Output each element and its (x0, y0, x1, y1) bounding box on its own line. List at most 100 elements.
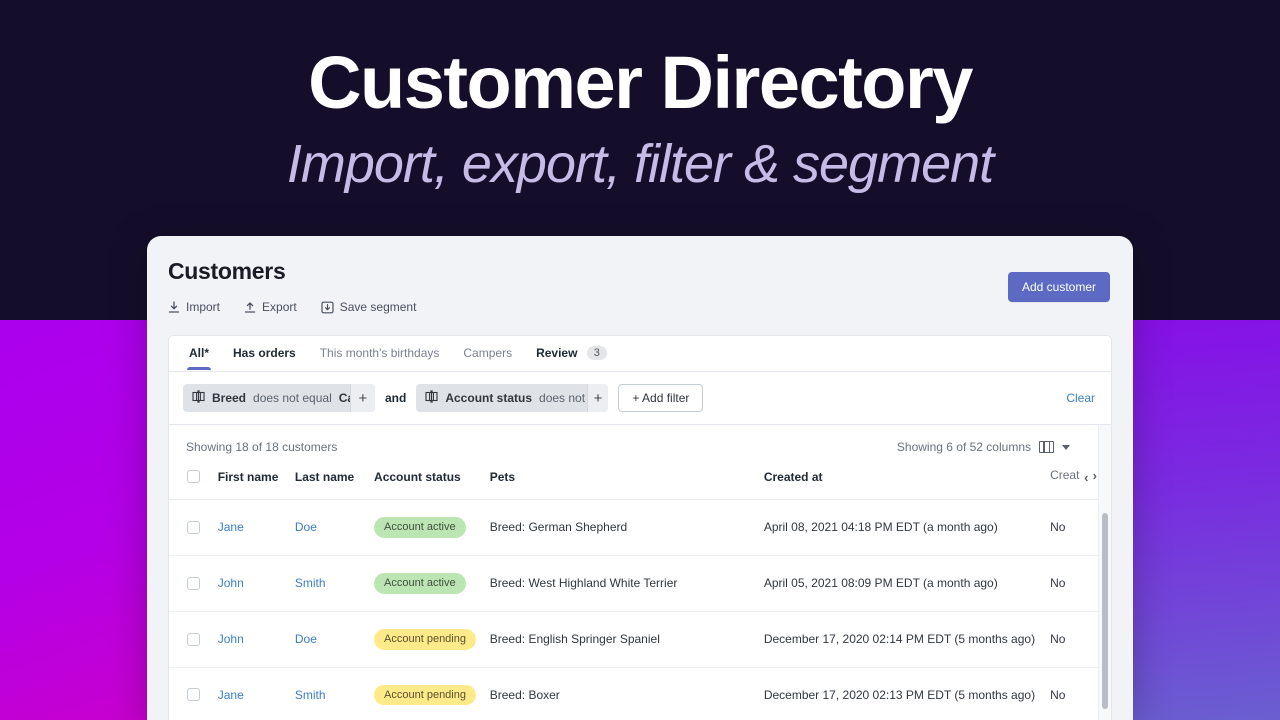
filter-chip-account-status-body[interactable]: Account status does not equal (416, 384, 587, 412)
cell-last-name: Doe (294, 611, 375, 668)
status-badge: Account active (374, 572, 466, 594)
row-select-cell (169, 667, 218, 720)
first-name-link[interactable]: John (218, 576, 244, 590)
add-customer-button[interactable]: Add customer (1007, 272, 1110, 302)
chevron-down-icon[interactable] (1062, 444, 1070, 450)
filter-field-icon (192, 390, 205, 406)
table-row[interactable]: John Doe Account pending Breed: English … (169, 611, 1111, 668)
filter-chip-breed-operator: does not equal (253, 391, 332, 405)
tab-campers-label: Campers (463, 346, 513, 360)
header-created-clipped-group: Creat ‹ › (1050, 468, 1111, 500)
filter-chip-account-status-field: Account status (445, 391, 533, 405)
filter-chip-breed-value: Cat (338, 391, 350, 405)
tab-review-badge: 3 (586, 346, 607, 360)
table-vertical-scrollbar[interactable] (1102, 513, 1108, 709)
export-icon (244, 301, 256, 314)
filter-chip-breed-add-icon[interactable]: + (349, 384, 375, 412)
cell-first-name: Jane (217, 499, 295, 556)
cell-account-status: Account pending (374, 611, 490, 668)
first-name-link[interactable]: Jane (218, 520, 244, 534)
header-last-name[interactable]: Last name (294, 468, 375, 500)
clear-filters-link[interactable]: Clear (1066, 391, 1095, 405)
select-all-checkbox[interactable] (187, 470, 200, 483)
row-select-cell (169, 611, 218, 668)
card-header: Customers Import Export Save segment Add… (147, 236, 1133, 314)
cell-account-status: Account pending (374, 667, 490, 720)
save-segment-label: Save segment (339, 300, 417, 314)
cell-last-name: Doe (294, 499, 375, 556)
last-name-link[interactable]: Doe (295, 520, 317, 534)
first-name-link[interactable]: John (218, 632, 244, 646)
save-segment-icon (321, 301, 334, 314)
hero-subtitle: Import, export, filter & segment (286, 134, 994, 194)
select-all-header (169, 468, 218, 500)
tab-has-orders[interactable]: Has orders (221, 336, 308, 369)
header-created-at[interactable]: Created at (763, 468, 1051, 500)
table-meta-bar: Showing 18 of 18 customers Showing 6 of … (169, 425, 1111, 468)
cell-created-at: December 17, 2020 02:13 PM EDT (5 months… (763, 667, 1051, 720)
row-checkbox[interactable] (187, 520, 200, 534)
table-row[interactable]: Jane Doe Account active Breed: German Sh… (169, 499, 1111, 556)
save-segment-button[interactable]: Save segment (321, 300, 417, 314)
cell-first-name: John (217, 555, 295, 612)
scroll-right-chevron-icon[interactable]: › (1093, 468, 1097, 483)
filter-conjunction-label: and (385, 391, 407, 405)
customers-table-body: Jane Doe Account active Breed: German Sh… (169, 499, 1111, 720)
cell-created-at: April 08, 2021 04:18 PM EDT (a month ago… (763, 499, 1051, 556)
customers-table-region: Showing 18 of 18 customers Showing 6 of … (169, 425, 1111, 720)
status-badge: Account active (374, 517, 466, 538)
customers-table-head: First name Last name Account status Pets… (169, 468, 1111, 500)
tab-all[interactable]: All* (177, 336, 221, 370)
cell-pets: Breed: German Shepherd (489, 499, 764, 556)
table-header-row: First name Last name Account status Pets… (169, 468, 1111, 500)
column-visibility-control[interactable]: Showing 6 of 52 columns (897, 440, 1070, 454)
header-created-clipped: Creat (1050, 468, 1080, 482)
header-first-name[interactable]: First name (217, 468, 295, 500)
cell-created-at: April 05, 2021 08:09 PM EDT (a month ago… (763, 555, 1051, 612)
app-card: Customers Import Export Save segment Add… (147, 236, 1133, 720)
filter-chip-breed[interactable]: Breed does not equal Cat + (183, 384, 375, 412)
import-icon (168, 300, 180, 314)
cell-last-name: Smith (294, 667, 375, 720)
table-row[interactable]: John Smith Account active Breed: West Hi… (169, 555, 1111, 612)
add-filter-button[interactable]: + Add filter (618, 384, 704, 412)
page-title: Customers (168, 258, 286, 284)
header-pets[interactable]: Pets (489, 468, 764, 500)
cell-created-at: December 17, 2020 02:14 PM EDT (5 months… (763, 611, 1051, 668)
row-checkbox[interactable] (187, 688, 200, 702)
last-name-link[interactable]: Doe (295, 632, 317, 646)
filter-chip-account-status[interactable]: Account status does not equal + (416, 384, 609, 412)
last-name-link[interactable]: Smith (295, 688, 326, 702)
export-button[interactable]: Export (244, 300, 297, 314)
tab-this-months-birthdays[interactable]: This month's birthdays (308, 336, 452, 369)
status-badge: Account pending (374, 628, 476, 650)
row-select-cell (169, 555, 218, 612)
scroll-left-chevron-icon[interactable]: ‹ (1084, 470, 1088, 485)
columns-icon[interactable] (1039, 441, 1054, 453)
row-checkbox[interactable] (187, 632, 200, 646)
tab-this-months-birthdays-label: This month's birthdays (319, 346, 440, 360)
cell-pets: Breed: West Highland White Terrier (489, 555, 764, 612)
import-button[interactable]: Import (168, 300, 220, 314)
customers-panel: All* Has orders This month's birthdays C… (168, 335, 1112, 720)
filter-chip-account-status-add-icon[interactable]: + (586, 384, 609, 412)
row-checkbox[interactable] (187, 576, 200, 590)
first-name-link[interactable]: Jane (218, 688, 244, 702)
filter-bar: Breed does not equal Cat + and Account s… (169, 372, 1111, 425)
import-label: Import (186, 300, 221, 314)
cell-pets: Breed: Boxer (489, 667, 764, 720)
showing-rows-label: Showing 18 of 18 customers (186, 440, 338, 454)
hero-section: Customer Directory Import, export, filte… (0, 0, 1280, 225)
filter-chip-breed-body[interactable]: Breed does not equal Cat (183, 384, 350, 412)
tab-has-orders-label: Has orders (233, 346, 296, 360)
customers-table: First name Last name Account status Pets… (169, 468, 1111, 720)
header-account-status[interactable]: Account status (374, 468, 490, 500)
filter-chip-breed-field: Breed (212, 391, 247, 405)
last-name-link[interactable]: Smith (295, 576, 326, 590)
row-select-cell (169, 499, 218, 556)
tab-campers[interactable]: Campers (451, 336, 524, 369)
filter-field-icon (425, 390, 438, 406)
tab-review[interactable]: Review 3 (524, 336, 619, 369)
table-row[interactable]: Jane Smith Account pending Breed: Boxer … (169, 667, 1111, 720)
cell-pets: Breed: English Springer Spaniel (489, 611, 764, 668)
